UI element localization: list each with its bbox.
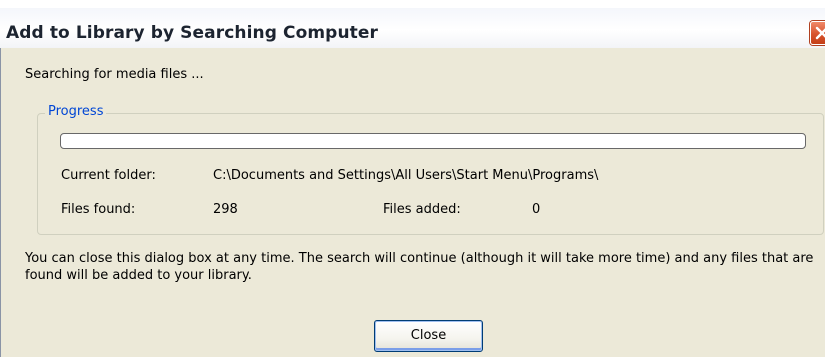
window-title: Add to Library by Searching Computer: [6, 23, 378, 43]
current-folder-label: Current folder:: [61, 168, 156, 183]
current-folder-value: C:\Documents and Settings\All Users\Star…: [213, 168, 599, 183]
info-text: You can close this dialog box at any tim…: [25, 251, 814, 283]
files-added-value: 0: [532, 202, 541, 217]
progress-bar: [60, 133, 806, 149]
files-found-value: 298: [213, 202, 238, 217]
progress-group-label: Progress: [45, 104, 107, 119]
files-added-label: Files added:: [383, 202, 461, 217]
title-bar[interactable]: Add to Library by Searching Computer: [0, 8, 825, 48]
close-button[interactable]: Close: [374, 320, 483, 352]
status-text: Searching for media files ...: [25, 67, 204, 82]
close-icon: [815, 26, 825, 40]
dialog-window: Add to Library by Searching Computer Sea…: [0, 0, 825, 357]
title-close-button[interactable]: [810, 21, 825, 45]
files-found-label: Files found:: [61, 202, 136, 217]
